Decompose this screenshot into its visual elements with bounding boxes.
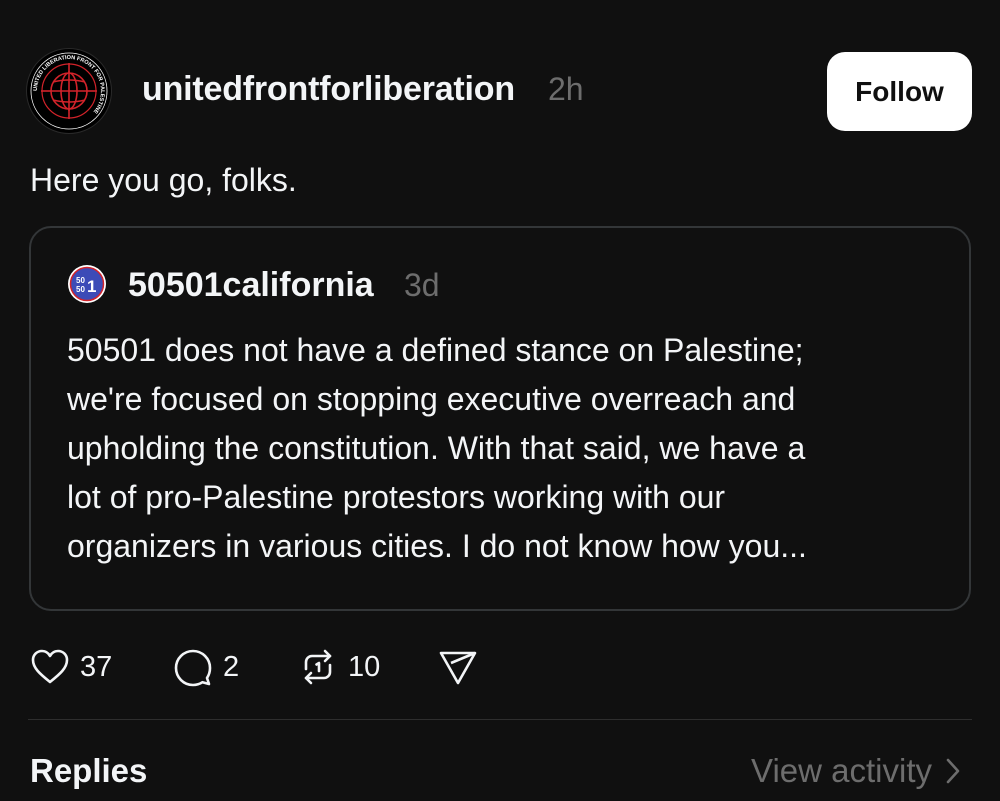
quoted-text-line: upholding the constitution. With that sa… (67, 430, 806, 466)
repost-icon (304, 649, 332, 685)
quoted-author-username[interactable]: 50501california (128, 266, 374, 305)
view-activity-link[interactable]: View activity (751, 752, 960, 790)
quoted-text-line: 50501 does not have a defined stance on … (67, 332, 804, 368)
50501-logo-icon[interactable]: 50 50 1 (67, 264, 107, 304)
send-icon (439, 651, 477, 685)
globe-logo-icon: UNITED LIBERATION FRONT FOR PALESTINE (30, 52, 108, 130)
like-count: 37 (80, 650, 113, 683)
quoted-text-line: organizers in various cities. I do not k… (67, 528, 807, 564)
like-button[interactable]: 37 (30, 646, 112, 688)
author-avatar[interactable]: UNITED LIBERATION FRONT FOR PALESTINE (26, 48, 112, 134)
post-actions: 37 2 10 (30, 646, 630, 688)
repost-button[interactable]: 10 (298, 646, 380, 688)
reply-button[interactable]: 2 (173, 646, 239, 688)
replies-heading: Replies (30, 752, 148, 789)
view-activity-label: View activity (751, 752, 932, 789)
quoted-post-text: 50501 does not have a defined stance on … (67, 326, 947, 571)
chevron-right-icon (946, 758, 960, 784)
quoted-post-timestamp: 3d (404, 267, 440, 303)
post-timestamp: 2h (548, 71, 584, 107)
author-username[interactable]: unitedfrontforliberation (142, 70, 515, 109)
svg-text:50: 50 (76, 276, 85, 285)
svg-text:1: 1 (87, 277, 96, 296)
share-button[interactable] (438, 646, 478, 688)
repost-count: 10 (348, 650, 381, 683)
heart-icon (31, 649, 69, 684)
thread-post-page: UNITED LIBERATION FRONT FOR PALESTINE un… (0, 0, 1000, 801)
svg-text:50: 50 (76, 285, 85, 294)
quoted-post-card[interactable]: 50 50 1 50501california 3d 50501 does no… (29, 226, 971, 611)
comment-icon (174, 649, 212, 687)
quoted-text-line: lot of pro-Palestine protestors working … (67, 479, 726, 515)
reply-count: 2 (223, 650, 240, 683)
section-divider (28, 719, 972, 720)
quoted-text-line: we're focused on stopping executive over… (67, 381, 796, 417)
post-text: Here you go, folks. (30, 162, 297, 198)
follow-button[interactable]: Follow (827, 52, 972, 131)
